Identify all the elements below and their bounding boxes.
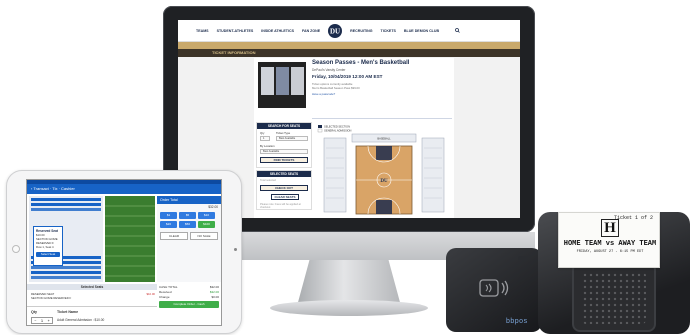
- ticket-line-row: Qty Ticket Name − 1 + Adult General Admi…: [27, 306, 157, 325]
- clear-seats-button[interactable]: CLEAR SEATS: [271, 194, 299, 200]
- tablet-pos-screen: ‹ Transact · Tix · Cashier Reserved Seat…: [26, 179, 222, 326]
- seat-detail-card: Reserved Seat $10.00 SECTION HOME RESERV…: [33, 226, 63, 266]
- change-value: $0.00: [211, 294, 219, 299]
- event-poster-image: [258, 62, 306, 108]
- card-reader-brand: bbpos: [506, 318, 528, 325]
- cash-20-button[interactable]: $20: [160, 221, 177, 228]
- arena-seat-map[interactable]: SELECTED SECTION GENERAL ADMISSION BASEB…: [316, 124, 452, 218]
- printed-ticket: Ticket 1 of 2 H HOME TEAM vs AWAY TEAM F…: [558, 212, 660, 268]
- cash-10-button[interactable]: $10: [198, 212, 215, 219]
- nav-inside-athletics[interactable]: INSIDE ATHLETICS: [257, 29, 298, 33]
- header-band: [178, 42, 520, 49]
- change-label: Change: [159, 294, 170, 299]
- event-note-2: Men's Basketball Season Pass $99.00: [312, 86, 360, 90]
- selected-seat-price: $10.00: [146, 292, 155, 296]
- fees-note: Please note: Fees will be applied at che…: [260, 203, 301, 209]
- qty-label: Qty: [31, 310, 37, 314]
- svg-text:DU: DU: [330, 27, 340, 35]
- location-select[interactable]: Best Available: [260, 149, 308, 154]
- cash-total-label: CASH TOTAL: [159, 284, 178, 289]
- event-venue: DePaul's Varsity Center: [312, 68, 346, 72]
- complete-order-button[interactable]: Complete Order - Cash: [159, 301, 219, 308]
- selected-seats-header: SELECTED SEATS: [257, 171, 311, 177]
- tablet-field-map: [105, 196, 155, 282]
- minus-icon[interactable]: −: [32, 318, 39, 323]
- printer-grip-texture: [582, 272, 646, 324]
- ticket-number: Ticket 1 of 2: [613, 215, 653, 221]
- quantity-stepper[interactable]: − 1 +: [31, 317, 53, 324]
- event-content: Season Passes - Men's Basketball DePaul'…: [254, 58, 454, 218]
- clear-button[interactable]: CLEAR: [160, 232, 188, 240]
- tablet-camera: [234, 248, 237, 251]
- order-total-header: Order Total: [157, 196, 221, 204]
- event-date: Friday, 10/04/2019 12:00 AM EST: [312, 74, 383, 79]
- ticket-logo: H: [601, 219, 619, 237]
- selected-seats-note: Total selected: [260, 179, 276, 182]
- team-logo-icon: DU: [328, 23, 343, 38]
- svg-text:DU: DU: [380, 179, 388, 184]
- find-tickets-button[interactable]: FIND TICKETS: [260, 157, 308, 163]
- received-label: Received: [159, 289, 172, 294]
- ticket-type-label: Ticket Type: [276, 131, 291, 135]
- seat-card-seat: Row 1, Seat 4: [36, 245, 54, 249]
- nav-tickets[interactable]: TICKETS: [377, 29, 400, 33]
- ticket-name-label: Ticket Name: [57, 310, 79, 314]
- card-reader-led: [518, 256, 528, 260]
- ticket-type-select[interactable]: Best Available: [276, 136, 308, 141]
- nav-teams[interactable]: TEAMS: [192, 29, 213, 33]
- cash-50-button[interactable]: $50: [179, 221, 196, 228]
- ticket-name-value: Adult General Admission : $10.00: [57, 318, 105, 322]
- svg-text:BASEBALL: BASEBALL: [377, 137, 391, 141]
- contactless-icon: [479, 279, 509, 297]
- no-sale-button[interactable]: NO SALE: [190, 232, 218, 240]
- nav-recruiting[interactable]: RECRUITING: [346, 29, 376, 33]
- nav-student-athletes[interactable]: STUDENT-ATHLETES: [213, 29, 258, 33]
- svg-text:GENERAL ADMISSION: GENERAL ADMISSION: [324, 129, 352, 133]
- nav-blue-demon-club[interactable]: BLUE DEMON CLUB: [400, 29, 443, 33]
- ticket-teams: HOME TEAM vs AWAY TEAM: [563, 240, 657, 248]
- seat-card-row: SECTION HOME RESERVED F: [36, 237, 58, 245]
- cash-1-button[interactable]: $1: [160, 212, 177, 219]
- plus-icon[interactable]: +: [45, 318, 52, 323]
- ticket-date: FRIDAY, AUGUST 27 - 6:15 PM EDT: [576, 250, 644, 254]
- selected-seats-panel: SELECTED SEATS Total selected CHECK OUT …: [256, 170, 312, 210]
- divider: [312, 118, 452, 119]
- arena-map-svg: SELECTED SECTION GENERAL ADMISSION BASEB…: [316, 124, 452, 218]
- payment-totals: CASH TOTAL $32.00 Received $32.00 Change $0…: [157, 284, 221, 310]
- event-title: Season Passes - Men's Basketball: [312, 60, 410, 66]
- team-logo[interactable]: DU: [326, 23, 344, 39]
- cash-keypad: $1 $5 $10 $20 $50 $100: [157, 210, 221, 230]
- monitor-stand-base: [270, 300, 428, 316]
- checkout-button[interactable]: CHECK OUT: [260, 185, 308, 191]
- section-label: TICKET INFORMATION: [178, 49, 520, 57]
- cash-5-button[interactable]: $5: [179, 212, 196, 219]
- tablet-app-bar: ‹ Transact · Tix · Cashier: [27, 184, 221, 194]
- order-total-amount: $32.00: [208, 205, 218, 209]
- search-icon[interactable]: [451, 27, 464, 34]
- cash-total-value: $32.00: [209, 284, 219, 289]
- nav-fan-zone[interactable]: FAN ZONE: [298, 29, 324, 33]
- tablet-app-title: Transact · Tix · Cashier: [33, 186, 75, 191]
- selected-seats-header: Selected Seats: [27, 284, 157, 290]
- tablet-home-button: [12, 245, 20, 253]
- received-value: $32.00: [209, 289, 219, 294]
- selected-seat-item[interactable]: RESERVED SEAT SECTION HOME RESERVED F $1…: [31, 292, 155, 300]
- qty-label: Qty: [260, 131, 265, 135]
- svg-text:SELECTED SECTION: SELECTED SECTION: [324, 125, 350, 129]
- site-nav: TEAMS STUDENT-ATHLETES INSIDE ATHLETICS …: [178, 20, 520, 42]
- search-seats-panel: SEARCH FOR SEATS Qty 1 Ticket Type Best …: [256, 122, 312, 168]
- quantity-value: 1: [41, 319, 43, 323]
- location-label: By Location: [260, 144, 275, 148]
- selected-seat-detail: SECTION HOME RESERVED F: [31, 296, 72, 300]
- passcode-link[interactable]: Have a passcode?: [312, 92, 335, 96]
- order-panel: Order Total $32.00 $1 $5 $10 $20 $50 $10…: [157, 196, 221, 282]
- cash-100-button[interactable]: $100: [198, 221, 215, 228]
- select-seat-button[interactable]: Select Seat: [36, 252, 60, 257]
- qty-select[interactable]: 1: [260, 136, 270, 141]
- tablet-seat-map[interactable]: Reserved Seat $10.00 SECTION HOME RESERV…: [29, 196, 103, 282]
